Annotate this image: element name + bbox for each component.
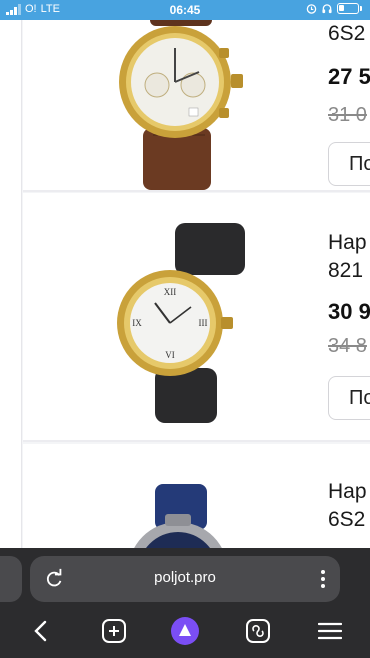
status-bar: O! LTE 06:45	[0, 0, 370, 20]
buy-button[interactable]: По	[328, 376, 370, 420]
product-image[interactable]	[95, 20, 260, 190]
watch-chronograph-image	[119, 20, 243, 190]
product-name-line2[interactable]: 6S2	[328, 506, 365, 533]
product-list[interactable]: 6S2 27 5 31 0 По XII III VI IX Нар 821	[0, 20, 370, 548]
product-old-price: 34 8	[328, 335, 367, 357]
product-name-line1[interactable]: Нар	[328, 229, 367, 256]
address-bar[interactable]: poljot.pro	[30, 556, 340, 602]
url-text[interactable]: poljot.pro	[30, 569, 340, 586]
svg-text:XII: XII	[164, 287, 177, 297]
headphones-icon	[322, 4, 332, 14]
menu-icon	[318, 622, 342, 640]
svg-text:IX: IX	[132, 318, 142, 328]
assistant-button[interactable]	[170, 616, 200, 646]
product-price: 30 9	[328, 299, 370, 324]
browser-toolbar: poljot.pro	[0, 548, 370, 658]
buy-button[interactable]: По	[328, 142, 370, 186]
svg-text:VI: VI	[165, 350, 175, 360]
product-name-line2[interactable]: 6S2	[328, 20, 365, 47]
bottom-nav	[0, 610, 370, 658]
battery-tip	[360, 6, 362, 11]
battery-icon	[337, 3, 359, 14]
back-icon	[34, 620, 47, 642]
product-image[interactable]	[95, 484, 260, 548]
product-old-price: 31 0	[328, 104, 367, 126]
product-name-line2[interactable]: 821	[328, 257, 363, 284]
assistant-icon	[171, 617, 199, 645]
tabs-button[interactable]	[243, 616, 273, 646]
product-image[interactable]: XII III VI IX	[95, 223, 260, 423]
menu-button[interactable]	[315, 616, 345, 646]
product-card[interactable]: Нар 6S2	[23, 444, 370, 548]
watch-classic-image: XII III VI IX	[117, 223, 245, 423]
product-name-line1[interactable]: Нар	[328, 478, 367, 505]
svg-text:III: III	[199, 318, 208, 328]
product-card[interactable]: 6S2 27 5 31 0 По	[23, 20, 370, 192]
product-card[interactable]: XII III VI IX Нар 821 30 9 34 8 По	[23, 193, 370, 442]
new-tab-icon	[102, 619, 126, 643]
tabs-icon	[246, 619, 270, 643]
left-rail	[0, 20, 22, 548]
status-right	[306, 3, 362, 14]
previous-tab-edge[interactable]	[0, 556, 22, 602]
more-vertical-icon[interactable]	[320, 569, 326, 589]
watch-blue-image	[134, 484, 222, 548]
back-button[interactable]	[26, 616, 56, 646]
product-price: 27 5	[328, 64, 370, 89]
alarm-icon	[306, 4, 317, 14]
new-tab-button[interactable]	[99, 616, 129, 646]
